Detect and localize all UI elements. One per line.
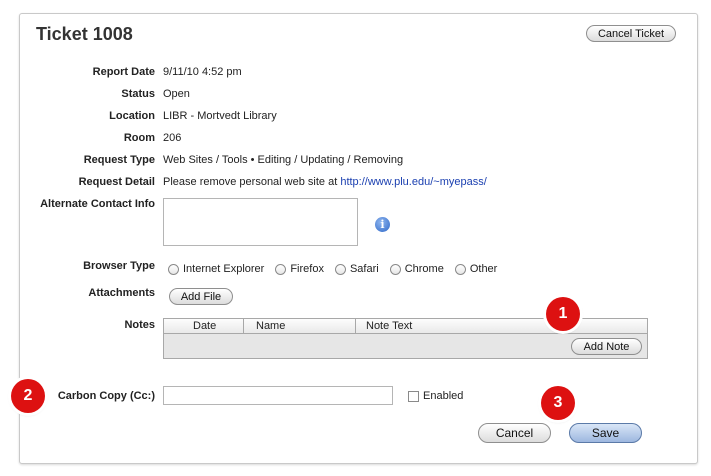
browser-type-label: Browser Type xyxy=(83,260,155,272)
enabled-checkbox[interactable] xyxy=(408,391,419,402)
enabled-label: Enabled xyxy=(423,390,464,402)
notes-column-date[interactable]: Date xyxy=(193,319,216,333)
column-divider xyxy=(243,319,244,333)
status-label: Status xyxy=(121,88,155,100)
radio-button-icon xyxy=(275,263,287,275)
radio-button-icon xyxy=(389,263,401,275)
add-file-button[interactable]: Add File xyxy=(169,288,233,305)
column-divider xyxy=(355,319,356,333)
radio-label: Other xyxy=(469,263,498,275)
alternate-contact-textarea[interactable] xyxy=(163,198,358,246)
notes-column-name[interactable]: Name xyxy=(256,319,285,333)
radio-label: Chrome xyxy=(404,263,444,275)
radio-button-icon xyxy=(454,263,466,275)
report-date-label: Report Date xyxy=(92,66,155,78)
callout-marker-3: 3 xyxy=(541,386,575,420)
request-type-label: Request Type xyxy=(83,154,155,166)
browser-type-radio-group: Internet Explorer Firefox Safari Chrome … xyxy=(168,263,508,275)
request-detail-value: Please remove personal web site at http:… xyxy=(163,176,487,188)
alternate-contact-label: Alternate Contact Info xyxy=(40,198,155,210)
cancel-button[interactable]: Cancel xyxy=(478,423,551,443)
location-label: Location xyxy=(109,110,155,122)
status-value: Open xyxy=(163,88,190,100)
radio-internet-explorer[interactable]: Internet Explorer xyxy=(168,263,264,275)
save-button[interactable]: Save xyxy=(569,423,642,443)
room-value: 206 xyxy=(163,132,182,144)
radio-firefox[interactable]: Firefox xyxy=(275,263,324,275)
callout-marker-1: 1 xyxy=(546,297,580,331)
radio-other[interactable]: Other xyxy=(454,263,498,275)
cancel-ticket-button[interactable]: Cancel Ticket xyxy=(586,25,676,42)
info-icon[interactable]: i xyxy=(375,217,390,232)
radio-safari[interactable]: Safari xyxy=(334,263,379,275)
request-type-value: Web Sites / Tools • Editing / Updating /… xyxy=(163,154,404,166)
location-value: LIBR - Mortvedt Library xyxy=(163,110,277,122)
radio-button-icon xyxy=(168,263,179,275)
request-detail-text: Please remove personal web site at xyxy=(163,176,341,188)
radio-label: Firefox xyxy=(290,263,324,275)
request-detail-label: Request Detail xyxy=(78,176,155,188)
radio-button-icon xyxy=(334,263,346,275)
callout-marker-2: 2 xyxy=(11,379,45,413)
radio-label: Safari xyxy=(349,263,379,275)
page-title: Ticket 1008 xyxy=(36,24,133,44)
room-label: Room xyxy=(123,132,155,144)
notes-column-note-text[interactable]: Note Text xyxy=(366,319,412,333)
radio-chrome[interactable]: Chrome xyxy=(389,263,444,275)
radio-label: Internet Explorer xyxy=(183,263,265,275)
request-detail-link[interactable]: http://www.plu.edu/~myepass/ xyxy=(340,176,486,188)
notes-label: Notes xyxy=(124,319,155,331)
add-note-button[interactable]: Add Note xyxy=(571,338,642,355)
carbon-copy-input[interactable] xyxy=(163,386,393,405)
report-date-value: 9/11/10 4:52 pm xyxy=(163,66,242,78)
attachments-label: Attachments xyxy=(88,287,155,299)
